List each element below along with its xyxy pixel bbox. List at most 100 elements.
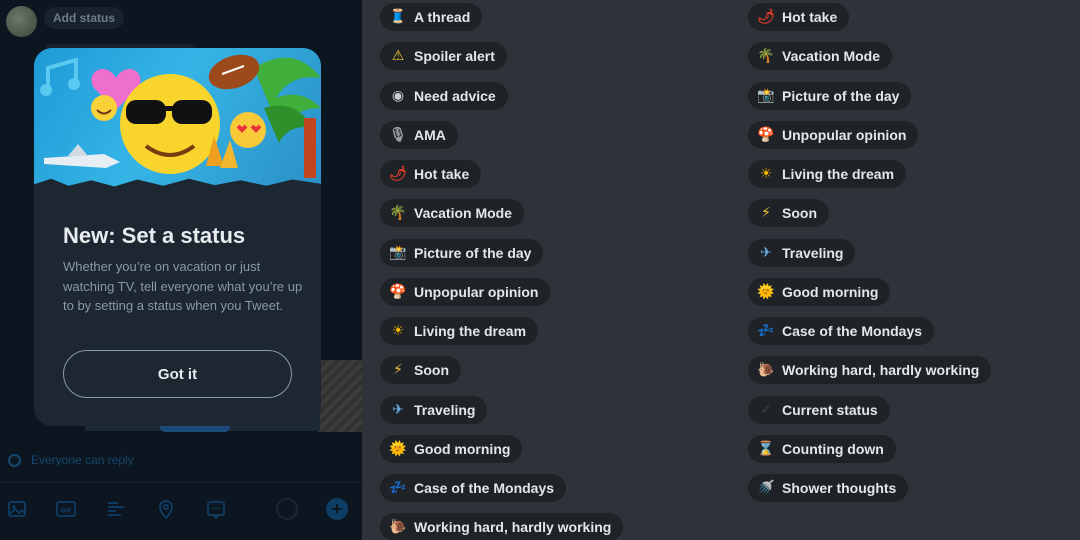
add-tweet-button[interactable]: +	[326, 498, 348, 520]
sun-icon: ☀	[759, 166, 773, 182]
popup-title: New: Set a status	[63, 223, 246, 248]
airplane-icon: ✈	[760, 244, 772, 261]
status-chip[interactable]: ✈ Traveling	[380, 395, 488, 424]
gif-icon[interactable]: GIF	[55, 498, 77, 520]
status-chip-label: Case of the Mondays	[782, 323, 923, 339]
chili-icon: 🌶	[389, 166, 407, 182]
status-list-column-2: 🌶 Hot take 🌴 Vacation Mode 📸 Picture of the d…	[748, 3, 992, 502]
status-chip-label: Unpopular opinion	[414, 283, 539, 300]
status-chip[interactable]: 🌞 Good morning	[380, 434, 523, 463]
palm-tree-icon: 🌴	[389, 205, 407, 222]
tweet-composer: Add status Everyone can reply GIF + New:…	[0, 0, 362, 540]
got-it-button[interactable]: Got it	[63, 350, 292, 398]
status-chip-label: Working hard, hardly working	[414, 519, 612, 536]
composer-toolbar: GIF +	[4, 498, 360, 522]
status-chip-label: Hot take	[782, 9, 838, 25]
status-chip-label: Vacation Mode	[782, 48, 881, 65]
status-chip-label: Soon	[414, 362, 449, 379]
camera-flash-icon: 📸	[757, 87, 775, 104]
status-chip-label: Picture of the day	[414, 244, 532, 261]
mushroom-icon: 🍄	[389, 283, 407, 300]
sleep-icon: 💤	[389, 480, 407, 496]
chili-icon: 🌶	[757, 9, 775, 25]
status-chip-label: Hot take	[414, 166, 470, 182]
divider	[0, 482, 362, 483]
status-chip[interactable]: ◉ Need advice	[380, 81, 508, 110]
status-chip[interactable]: 💤 Case of the Mondays	[380, 474, 567, 502]
status-chip-label: Working hard, hardly working	[782, 362, 980, 379]
status-chip-label: Current status	[782, 401, 878, 418]
status-chip[interactable]: 🌴 Vacation Mode	[380, 199, 525, 228]
emoji-collage-illustration	[40, 54, 321, 178]
sun-face-icon: 🌞	[389, 440, 407, 457]
status-chip-label: Shower thoughts	[782, 480, 897, 496]
status-chip-label: Case of the Mondays	[414, 480, 555, 496]
status-chip-label: Spoiler alert	[414, 48, 495, 65]
status-chip-label: Counting down	[782, 440, 884, 457]
status-chip-label: Traveling	[414, 401, 476, 418]
status-chip[interactable]: 🧵 A thread	[380, 3, 483, 31]
lightning-icon: ⚡	[761, 205, 771, 222]
set-status-popup: New: Set a status Whether you’re on vaca…	[34, 48, 321, 426]
palm-tree-icon: 🌴	[757, 48, 775, 65]
reply-setting[interactable]: Everyone can reply	[8, 453, 134, 467]
lightning-icon: ⚡	[393, 362, 403, 379]
status-chip-label: Vacation Mode	[414, 205, 513, 222]
status-chip[interactable]: ⚡ Soon	[380, 356, 461, 385]
sleep-icon: 💤	[757, 323, 775, 339]
poll-icon[interactable]	[105, 498, 127, 520]
status-chip[interactable]: 🍄 Unpopular opinion	[748, 120, 919, 149]
status-chip-label: Traveling	[782, 244, 844, 261]
status-chip[interactable]: 🚿 Shower thoughts	[748, 474, 909, 502]
character-count-ring	[276, 498, 298, 520]
status-chip[interactable]: ✈ Traveling	[748, 238, 856, 267]
status-chip[interactable]: ⚡ Soon	[748, 199, 829, 228]
schedule-icon[interactable]	[205, 498, 227, 520]
status-chip[interactable]: 📸 Picture of the day	[380, 238, 544, 267]
location-icon[interactable]	[155, 498, 177, 520]
background-media-thumbnail	[318, 360, 362, 432]
globe-icon	[8, 453, 21, 467]
sun-face-icon: 🌞	[757, 283, 775, 300]
status-chip-label: AMA	[414, 126, 446, 143]
status-chip-label: Living the dream	[782, 166, 895, 182]
status-chip[interactable]: 🐌 Working hard, hardly working	[380, 513, 624, 540]
sun-icon: ☀	[391, 323, 405, 339]
status-chip[interactable]: ⚠ Spoiler alert	[380, 42, 507, 71]
spool-icon: 🧵	[389, 9, 407, 25]
status-chip[interactable]: 🐌 Working hard, hardly working	[748, 356, 992, 385]
status-chip-label: Unpopular opinion	[782, 126, 907, 143]
mushroom-icon: 🍄	[757, 126, 775, 143]
snail-icon: 🐌	[757, 362, 775, 379]
status-chip-label: Good morning	[782, 283, 879, 300]
status-chip[interactable]: 📸 Picture of the day	[748, 81, 912, 110]
shower-icon: 🚿	[757, 480, 775, 496]
airplane-icon: ✈	[392, 401, 404, 418]
microphone-icon: 🎙	[389, 126, 407, 143]
check-mark-icon: ✓	[760, 401, 772, 418]
status-chip-label: Soon	[782, 205, 817, 222]
status-chip-label: Need advice	[414, 87, 496, 104]
eye-icon: ◉	[391, 87, 405, 104]
status-chip[interactable]: 🌞 Good morning	[748, 277, 891, 306]
svg-text:GIF: GIF	[60, 508, 71, 515]
status-chip[interactable]: ✓ Current status	[748, 395, 890, 424]
status-chip[interactable]: 🎙 AMA	[380, 120, 458, 149]
status-chip[interactable]: 🍄 Unpopular opinion	[380, 277, 551, 306]
image-icon[interactable]	[6, 498, 28, 520]
status-chip[interactable]: 🌴 Vacation Mode	[748, 42, 893, 71]
status-chip-label: Picture of the day	[782, 87, 900, 104]
add-status-button[interactable]: Add status	[44, 7, 125, 29]
status-chip[interactable]: ☀ Living the dream	[748, 160, 907, 188]
warning-icon: ⚠	[391, 48, 405, 65]
status-chip[interactable]: 💤 Case of the Mondays	[748, 317, 935, 345]
camera-flash-icon: 📸	[389, 244, 407, 261]
status-chip[interactable]: 🌶 Hot take	[380, 160, 482, 188]
snail-icon: 🐌	[389, 519, 407, 536]
avatar[interactable]	[6, 6, 37, 37]
status-chip[interactable]: 🌶 Hot take	[748, 3, 850, 31]
status-chip[interactable]: ⌛ Counting down	[748, 434, 896, 463]
status-chip[interactable]: ☀ Living the dream	[380, 317, 539, 345]
status-options-panel: 🧵 A thread ⚠ Spoiler alert ◉ Need advice 🎙 AMA 🌶…	[362, 0, 1080, 540]
status-chip-label: Living the dream	[414, 323, 527, 339]
